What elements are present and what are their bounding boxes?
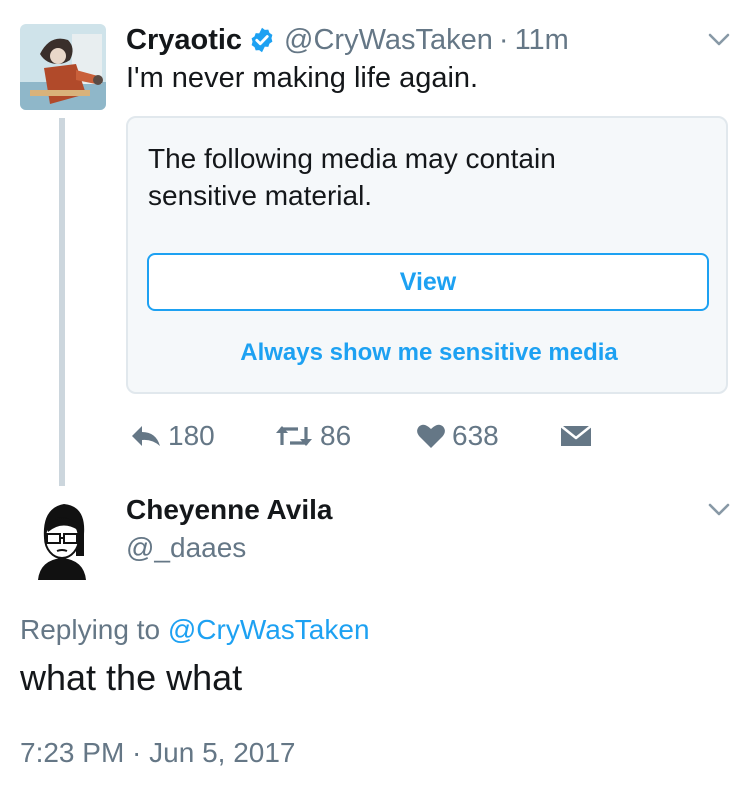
replying-to-line: Replying to @CryWasTaken (20, 612, 370, 648)
author-name[interactable]: Cryaotic (126, 24, 242, 56)
tweet-text: I'm never making life again. (126, 62, 479, 94)
direct-message-button[interactable] (560, 418, 598, 454)
envelope-icon (560, 424, 592, 446)
tweet-header: Cryaotic @CryWasTaken · 11m (126, 22, 569, 58)
reply-avatar[interactable] (20, 494, 104, 580)
like-count: 638 (452, 420, 499, 451)
sensitive-media-warning: The following media may contain sensitiv… (148, 143, 556, 211)
reply-author-name[interactable]: Cheyenne Avila (126, 492, 332, 528)
retweet-button[interactable]: 86 (274, 418, 351, 454)
verified-badge-icon (251, 27, 273, 53)
retweet-icon (276, 426, 312, 446)
replying-to-label: Replying to (20, 614, 161, 645)
avatar[interactable] (20, 24, 106, 110)
reply-button[interactable]: 180 (130, 418, 215, 454)
reply-timestamp: 7:23 PM · Jun 5, 2017 (20, 737, 296, 768)
avatar-image (20, 24, 106, 110)
reply-icon (132, 426, 160, 446)
chevron-down-icon[interactable] (708, 33, 730, 47)
like-button[interactable]: 638 (416, 418, 499, 454)
tweet-time[interactable]: 11m (515, 24, 569, 56)
author-handle[interactable]: @CryWasTaken (284, 24, 493, 56)
always-show-sensitive-link[interactable]: Always show me sensitive media (128, 338, 730, 368)
sensitive-media-card: The following media may contain sensitiv… (126, 116, 728, 394)
reply-text: what the what (20, 657, 243, 698)
replying-to-mention[interactable]: @CryWasTaken (168, 614, 370, 645)
reply-author-handle[interactable]: @_daaes (126, 530, 246, 566)
thread-connector-line (59, 118, 65, 486)
chevron-down-icon[interactable] (708, 503, 730, 517)
view-media-button[interactable]: View (147, 253, 709, 311)
reply-avatar-image (20, 494, 104, 580)
separator-dot: · (498, 24, 509, 56)
retweet-count: 86 (320, 420, 352, 451)
reply-count: 180 (168, 420, 215, 451)
heart-icon (417, 424, 445, 448)
